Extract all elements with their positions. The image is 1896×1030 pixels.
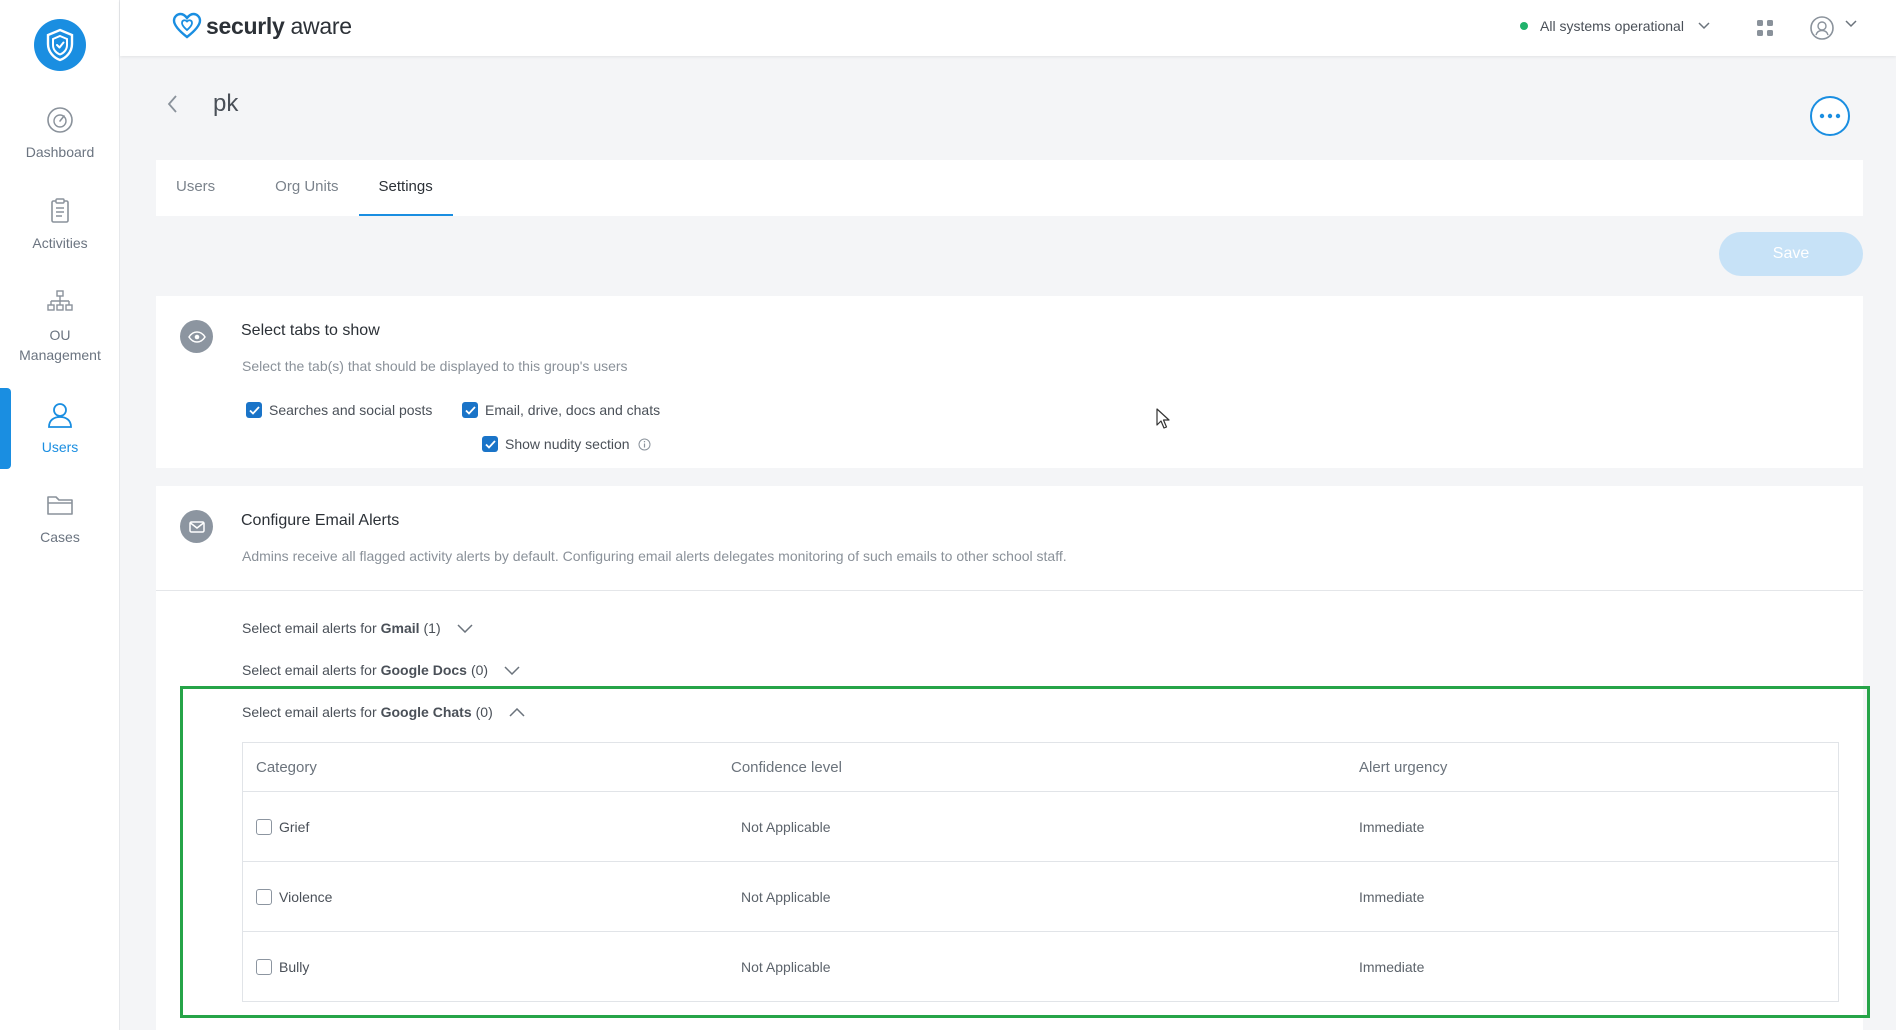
- section-title: Select tabs to show: [241, 322, 380, 339]
- system-status-dropdown[interactable]: All systems operational: [1520, 18, 1710, 34]
- sidebar-item-label: Activities: [32, 235, 88, 251]
- urgency-value: Immediate: [1359, 818, 1425, 835]
- app-logo[interactable]: [34, 19, 86, 71]
- tab-bar: Users Org Units Settings: [156, 160, 1863, 216]
- tab-settings[interactable]: Settings: [358, 160, 453, 216]
- save-button[interactable]: Save: [1719, 232, 1863, 276]
- tab-users[interactable]: Users: [176, 160, 235, 216]
- brand-name-light: aware: [284, 12, 352, 39]
- confidence-value: Not Applicable: [741, 958, 831, 975]
- sidebar-item-dashboard[interactable]: Dashboard: [0, 106, 120, 162]
- apps-grid-icon[interactable]: [1754, 17, 1776, 39]
- account-avatar-icon[interactable]: [1809, 15, 1835, 41]
- section-description: Select the tab(s) that should be display…: [242, 358, 628, 374]
- org-tree-icon: [47, 290, 73, 311]
- eye-icon-badge: [180, 320, 213, 353]
- sidebar-item-ou-management[interactable]: OU Management: [0, 289, 120, 365]
- checkbox-show-nudity[interactable]: Show nudity section: [482, 436, 651, 452]
- checkbox-searches-social[interactable]: Searches and social posts: [246, 402, 432, 418]
- sidebar-item-cases[interactable]: Cases: [0, 491, 120, 547]
- table-row: Grief Not Applicable Immediate: [243, 791, 1838, 861]
- user-icon: [48, 403, 72, 428]
- chat-alerts-table: Category Confidence level Alert urgency …: [242, 742, 1839, 1002]
- table-header-row: Category Confidence level Alert urgency: [243, 743, 1838, 791]
- checkbox-checked[interactable]: [246, 402, 262, 418]
- status-dot: [1520, 22, 1528, 30]
- mail-icon: [188, 520, 205, 533]
- accordion-prefix: Select email alerts for: [242, 704, 377, 720]
- checkbox-email-drive[interactable]: Email, drive, docs and chats: [462, 402, 660, 418]
- accordion-google-docs[interactable]: Select email alerts for Google Docs (0): [242, 662, 520, 678]
- accordion-count: (1): [423, 620, 441, 636]
- more-options-button[interactable]: [1810, 96, 1850, 136]
- sidebar-item-users[interactable]: Users: [0, 401, 120, 457]
- sidebar-item-label: Dashboard: [25, 144, 95, 160]
- tab-org-units[interactable]: Org Units: [255, 160, 358, 216]
- accordion-gmail[interactable]: Select email alerts for Gmail (1): [242, 620, 473, 636]
- accordion-service: Gmail: [380, 620, 420, 636]
- checkbox-checked[interactable]: [482, 436, 498, 452]
- clipboard-icon: [51, 198, 69, 223]
- sidebar-item-label-line1: OU: [49, 327, 71, 343]
- accordion-prefix: Select email alerts for: [242, 620, 377, 636]
- sidebar-item-label-line2: Management: [19, 347, 101, 363]
- table-row: Violence Not Applicable Immediate: [243, 861, 1838, 931]
- header-confidence: Confidence level: [731, 758, 842, 776]
- category-checkbox-violence[interactable]: [256, 888, 272, 905]
- check-icon: [248, 405, 260, 415]
- back-arrow-icon[interactable]: [163, 93, 183, 115]
- header-category: Category: [256, 758, 317, 776]
- check-icon: [464, 405, 476, 415]
- chevron-down-icon: [1698, 22, 1710, 30]
- section-title: Configure Email Alerts: [241, 512, 400, 529]
- confidence-value: Not Applicable: [741, 818, 831, 835]
- status-text: All systems operational: [1540, 18, 1684, 34]
- dashboard-gauge-icon: [47, 107, 73, 133]
- accordion-prefix: Select email alerts for: [242, 662, 377, 678]
- chevron-down-icon: [504, 665, 520, 675]
- chevron-up-icon: [509, 707, 525, 717]
- select-tabs-card: Select tabs to show Select the tab(s) th…: [156, 296, 1863, 468]
- chevron-down-icon[interactable]: [1845, 20, 1857, 28]
- sidebar-item-label: Users: [41, 439, 79, 455]
- chevron-down-icon: [457, 623, 473, 633]
- checkbox-label: Show nudity section: [505, 436, 630, 452]
- section-description: Admins receive all flagged activity aler…: [242, 548, 1067, 564]
- urgency-value: Immediate: [1359, 958, 1425, 975]
- securly-heart-icon: [172, 12, 202, 39]
- category-checkbox-grief[interactable]: [256, 818, 272, 835]
- accordion-google-chats[interactable]: Select email alerts for Google Chats (0): [242, 704, 525, 720]
- accordion-count: (0): [470, 662, 489, 678]
- sidebar: Dashboard Activities OU Management Users: [0, 0, 120, 1030]
- table-row: Bully Not Applicable Immediate: [243, 931, 1838, 1001]
- category-label: Bully: [279, 958, 310, 975]
- mouse-cursor-icon: [1156, 408, 1170, 429]
- more-dots-icon: [1819, 113, 1841, 119]
- shield-icon: [46, 28, 74, 62]
- mail-icon-badge: [180, 510, 213, 543]
- category-checkbox-bully[interactable]: [256, 958, 272, 975]
- checkbox-checked[interactable]: [462, 402, 478, 418]
- category-label: Grief: [279, 818, 310, 835]
- sidebar-item-label: Cases: [40, 529, 80, 545]
- page-title: pk: [213, 90, 239, 117]
- sidebar-item-activities[interactable]: Activities: [0, 197, 120, 253]
- top-header: securly aware All systems operational: [120, 0, 1896, 56]
- eye-icon: [187, 330, 206, 343]
- accordion-count: (0): [475, 704, 493, 720]
- checkbox-label: Searches and social posts: [269, 402, 433, 418]
- category-label: Violence: [279, 888, 333, 905]
- brand-logo[interactable]: securly aware: [172, 12, 352, 40]
- confidence-value: Not Applicable: [741, 888, 831, 905]
- header-urgency: Alert urgency: [1359, 758, 1448, 776]
- info-icon[interactable]: [638, 438, 651, 451]
- checkbox-label: Email, drive, docs and chats: [485, 402, 661, 418]
- section-divider: [156, 590, 1863, 591]
- accordion-service: Google Docs: [380, 662, 467, 678]
- folder-icon: [47, 496, 73, 515]
- accordion-service: Google Chats: [380, 704, 472, 720]
- brand-name-bold: securly: [206, 12, 285, 39]
- check-icon: [484, 439, 496, 449]
- urgency-value: Immediate: [1359, 888, 1425, 905]
